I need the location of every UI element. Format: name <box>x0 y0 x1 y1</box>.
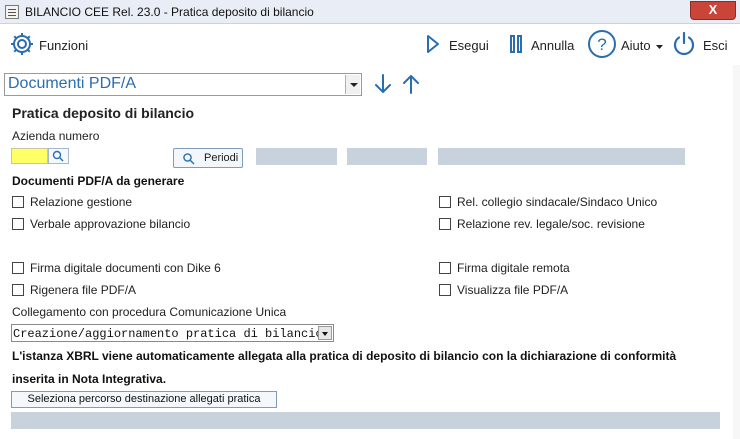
periodi-button[interactable]: Periodi <box>173 148 243 168</box>
close-button[interactable]: X <box>690 1 736 20</box>
checkbox-label: Rigenera file PDF/A <box>30 283 137 297</box>
checkbox-rigenera[interactable]: Rigenera file PDF/A <box>12 282 136 298</box>
checkbox-rel-collegio[interactable]: Rel. collegio sindacale/Sindaco Unico <box>439 194 657 210</box>
aiuto-label: Aiuto <box>621 37 651 53</box>
checkbox-box[interactable] <box>439 284 451 296</box>
window-title: BILANCIO CEE Rel. 23.0 - Pratica deposit… <box>25 5 314 19</box>
checkbox-label: Relazione gestione <box>30 195 133 209</box>
checkbox-label: Firma digitale remota <box>457 261 570 275</box>
pause-icon <box>509 34 523 57</box>
periodi-label: Periodi <box>204 152 239 164</box>
azienda-info-field-1 <box>256 148 337 165</box>
checkbox-label: Firma digitale documenti con Dike 6 <box>30 261 221 275</box>
page-title: Pratica deposito di bilancio <box>12 105 195 121</box>
annulla-label: Annulla <box>531 37 575 53</box>
aiuto-button[interactable]: ? Aiuto <box>587 25 663 65</box>
esegui-label: Esegui <box>449 37 489 53</box>
checkbox-box[interactable] <box>439 262 451 274</box>
power-icon <box>671 31 697 60</box>
collegamento-value: Creazione/aggiornamento pratica di bilan… <box>13 327 323 341</box>
annulla-button[interactable]: Annulla <box>509 25 574 65</box>
funzioni-label: Funzioni <box>39 37 89 53</box>
gear-icon <box>9 31 35 60</box>
play-icon <box>425 34 441 57</box>
info-text-line-2: inserita in Nota Integrativa. <box>12 372 167 386</box>
title-bar: BILANCIO CEE Rel. 23.0 - Pratica deposit… <box>0 0 740 24</box>
checkbox-box[interactable] <box>12 262 24 274</box>
toolbar: Funzioni Esegui Annulla ? Aiuto Esci <box>0 25 740 65</box>
help-icon: ? <box>587 29 617 62</box>
esci-button[interactable]: Esci <box>671 25 728 65</box>
checkbox-visualizza[interactable]: Visualizza file PDF/A <box>439 282 568 298</box>
checkbox-label: Rel. collegio sindacale/Sindaco Unico <box>457 195 658 209</box>
azienda-search-button[interactable] <box>48 148 69 164</box>
search-icon <box>183 153 195 165</box>
checkbox-label: Verbale approvazione bilancio <box>30 217 191 231</box>
info-text-line-1: L'istanza XBRL viene automaticamente all… <box>12 349 677 363</box>
funzioni-button[interactable]: Funzioni <box>9 25 88 65</box>
azienda-info-field-3 <box>438 148 685 165</box>
caret-down-icon <box>655 38 663 53</box>
checkbox-box[interactable] <box>12 284 24 296</box>
checkbox-relazione-gestione[interactable]: Relazione gestione <box>12 194 132 210</box>
checkbox-box[interactable] <box>439 196 451 208</box>
checkbox-label: Visualizza file PDF/A <box>457 283 569 297</box>
checkbox-box[interactable] <box>12 218 24 230</box>
chevron-down-icon[interactable] <box>318 326 332 340</box>
collegamento-select[interactable]: Creazione/aggiornamento pratica di bilan… <box>11 324 334 342</box>
chevron-down-icon[interactable] <box>345 75 360 94</box>
search-icon <box>52 150 64 162</box>
checkbox-verbale-approvazione[interactable]: Verbale approvazione bilancio <box>12 216 190 232</box>
docs-heading: Documenti PDF/A da generare <box>12 174 185 188</box>
azienda-label: Azienda numero <box>12 129 100 143</box>
checkbox-box[interactable] <box>439 218 451 230</box>
collegamento-label: Collegamento con procedura Comunicazione… <box>12 305 287 319</box>
document-type-select[interactable]: Documenti PDF/A <box>4 73 362 96</box>
esci-label: Esci <box>703 37 728 53</box>
document-type-value: Documenti PDF/A <box>8 75 137 92</box>
svg-text:?: ? <box>597 35 606 54</box>
azienda-info-field-2 <box>347 148 427 165</box>
checkbox-relazione-rev[interactable]: Relazione rev. legale/soc. revisione <box>439 216 645 232</box>
arrow-down-icon[interactable] <box>372 72 394 96</box>
checkbox-box[interactable] <box>12 196 24 208</box>
path-field <box>11 412 720 429</box>
arrow-up-icon[interactable] <box>400 72 422 96</box>
checkbox-firma-remota[interactable]: Firma digitale remota <box>439 260 570 276</box>
select-path-button[interactable]: Seleziona percorso destinazione allegati… <box>11 391 277 408</box>
esegui-button[interactable]: Esegui <box>425 25 489 65</box>
checkbox-label: Relazione rev. legale/soc. revisione <box>457 217 645 231</box>
azienda-input[interactable] <box>11 148 48 164</box>
checkbox-firma-dike[interactable]: Firma digitale documenti con Dike 6 <box>12 260 221 276</box>
right-edge-strip <box>733 65 740 439</box>
app-icon <box>5 5 19 19</box>
